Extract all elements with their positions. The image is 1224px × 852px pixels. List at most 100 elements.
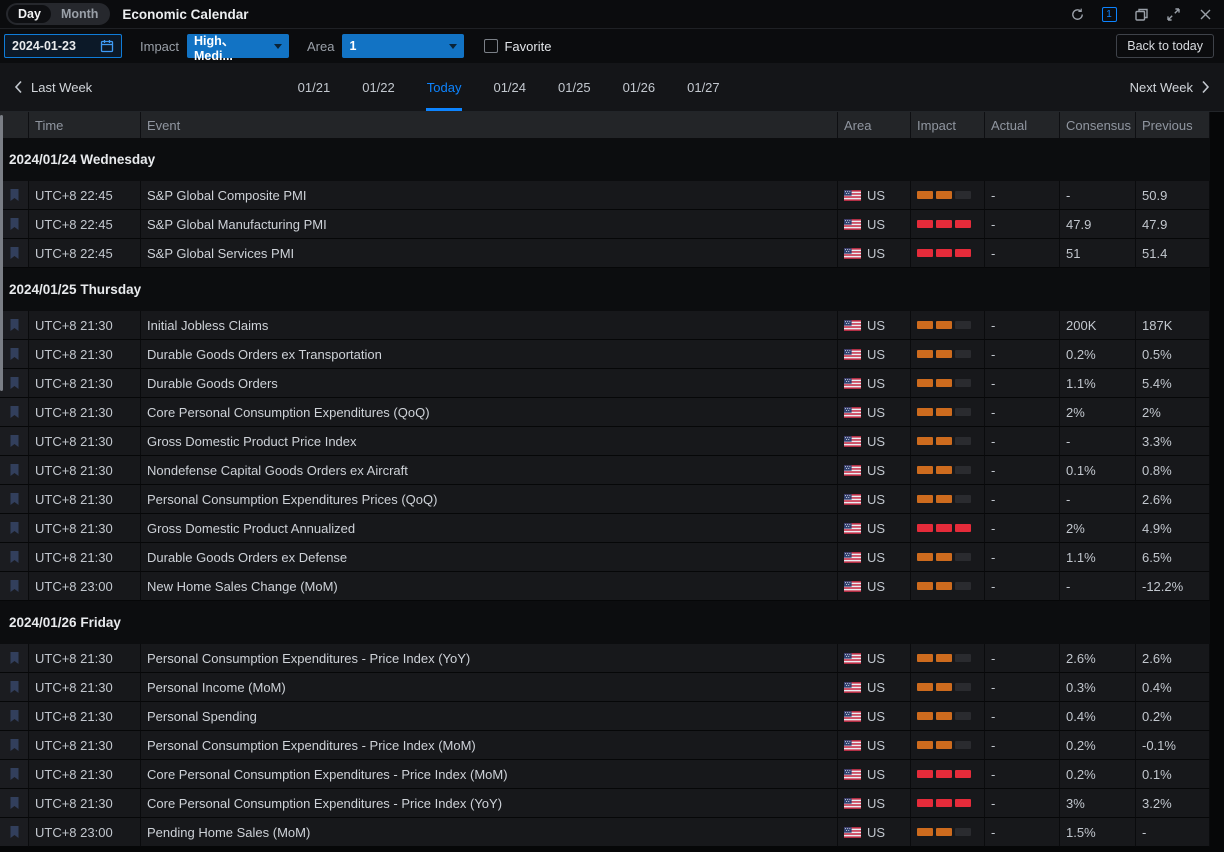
single-window-icon[interactable]: 1 bbox=[1100, 5, 1118, 23]
impact-select[interactable]: High、Medi... bbox=[187, 34, 289, 58]
area-select-value: 1 bbox=[349, 39, 356, 53]
tab-day[interactable]: Day bbox=[8, 5, 51, 23]
table-row[interactable]: UTC+8 21:30Durable Goods Orders ex Trans… bbox=[0, 340, 1210, 369]
previous-value: 3.2% bbox=[1136, 789, 1210, 818]
bookmark-cell bbox=[0, 731, 29, 760]
chevron-down-icon bbox=[449, 44, 457, 49]
bookmark-icon[interactable] bbox=[8, 709, 21, 723]
bookmark-icon[interactable] bbox=[8, 217, 21, 231]
event-time: UTC+8 21:30 bbox=[29, 456, 141, 485]
table-row[interactable]: UTC+8 22:45S&P Global Services PMI US-51… bbox=[0, 239, 1210, 268]
impact-bars bbox=[917, 350, 971, 358]
day-tab-0121[interactable]: 01/21 bbox=[297, 63, 332, 111]
close-icon[interactable] bbox=[1196, 5, 1214, 23]
event-time: UTC+8 22:45 bbox=[29, 210, 141, 239]
bookmark-icon[interactable] bbox=[8, 318, 21, 332]
last-week-button[interactable]: Last Week bbox=[14, 63, 92, 111]
date-picker-input[interactable]: 2024-01-23 bbox=[4, 34, 122, 58]
table-row[interactable]: UTC+8 21:30Personal Income (MoM) US-0.3%… bbox=[0, 673, 1210, 702]
table-row[interactable]: UTC+8 21:30Personal Consumption Expendit… bbox=[0, 731, 1210, 760]
bookmark-icon[interactable] bbox=[8, 579, 21, 593]
bookmark-icon[interactable] bbox=[8, 550, 21, 564]
day-tab-0126[interactable]: 01/26 bbox=[622, 63, 657, 111]
bookmark-icon[interactable] bbox=[8, 492, 21, 506]
previous-value: -0.1% bbox=[1136, 731, 1210, 760]
tab-month[interactable]: Month bbox=[51, 5, 108, 23]
impact-indicator bbox=[911, 789, 985, 818]
table-row[interactable]: UTC+8 21:30Core Personal Consumption Exp… bbox=[0, 398, 1210, 427]
table-row[interactable]: UTC+8 23:00Pending Home Sales (MoM) US-1… bbox=[0, 818, 1210, 847]
area-select[interactable]: 1 bbox=[342, 34, 464, 58]
table-row[interactable]: UTC+8 21:30Personal Consumption Expendit… bbox=[0, 644, 1210, 673]
bookmark-icon[interactable] bbox=[8, 796, 21, 810]
impact-bars bbox=[917, 466, 971, 474]
consensus-value: - bbox=[1060, 485, 1136, 514]
expand-icon[interactable] bbox=[1164, 5, 1182, 23]
favorite-checkbox[interactable] bbox=[484, 39, 498, 53]
event-name: S&P Global Manufacturing PMI bbox=[141, 210, 838, 239]
bookmark-icon[interactable] bbox=[8, 767, 21, 781]
actual-value: - bbox=[985, 239, 1060, 268]
event-time: UTC+8 23:00 bbox=[29, 818, 141, 847]
impact-segment bbox=[917, 495, 933, 503]
bookmark-icon[interactable] bbox=[8, 521, 21, 535]
impact-segment bbox=[936, 828, 952, 836]
bookmark-icon[interactable] bbox=[8, 738, 21, 752]
table-row[interactable]: UTC+8 21:30Initial Jobless Claims US-200… bbox=[0, 311, 1210, 340]
day-tab-0122[interactable]: 01/22 bbox=[361, 63, 396, 111]
restore-window-icon[interactable] bbox=[1132, 5, 1150, 23]
previous-value: 6.5% bbox=[1136, 543, 1210, 572]
event-name: S&P Global Composite PMI bbox=[141, 181, 838, 210]
event-area: US bbox=[838, 239, 911, 268]
actual-value: - bbox=[985, 702, 1060, 731]
next-week-button[interactable]: Next Week bbox=[1130, 63, 1210, 111]
table-row[interactable]: UTC+8 21:30Personal Spending US-0.4%0.2% bbox=[0, 702, 1210, 731]
impact-bars bbox=[917, 654, 971, 662]
table-row[interactable]: UTC+8 22:45S&P Global Composite PMI US--… bbox=[0, 181, 1210, 210]
favorite-filter[interactable]: Favorite bbox=[484, 39, 551, 54]
consensus-value: - bbox=[1060, 572, 1136, 601]
impact-bars bbox=[917, 828, 971, 836]
impact-segment bbox=[936, 191, 952, 199]
refresh-icon[interactable] bbox=[1068, 5, 1086, 23]
table-row[interactable]: UTC+8 21:30Core Personal Consumption Exp… bbox=[0, 760, 1210, 789]
impact-segment bbox=[955, 379, 971, 387]
table-row[interactable]: UTC+8 21:30Gross Domestic Product Annual… bbox=[0, 514, 1210, 543]
impact-bars bbox=[917, 683, 971, 691]
day-tab-0125[interactable]: 01/25 bbox=[557, 63, 592, 111]
bookmark-icon[interactable] bbox=[8, 825, 21, 839]
day-tab-0124[interactable]: 01/24 bbox=[492, 63, 527, 111]
event-time: UTC+8 21:30 bbox=[29, 311, 141, 340]
bookmark-icon[interactable] bbox=[8, 347, 21, 361]
table-row[interactable]: UTC+8 21:30Durable Goods Orders US-1.1%5… bbox=[0, 369, 1210, 398]
bookmark-icon[interactable] bbox=[8, 246, 21, 260]
bookmark-icon[interactable] bbox=[8, 434, 21, 448]
us-flag-icon bbox=[844, 494, 861, 505]
table-row[interactable]: UTC+8 22:45S&P Global Manufacturing PMI … bbox=[0, 210, 1210, 239]
impact-segment bbox=[955, 799, 971, 807]
day-tab-today[interactable]: Today bbox=[426, 63, 463, 111]
table-row[interactable]: UTC+8 23:00New Home Sales Change (MoM) U… bbox=[0, 572, 1210, 601]
us-flag-icon bbox=[844, 190, 861, 201]
back-to-today-button[interactable]: Back to today bbox=[1116, 34, 1214, 58]
bookmark-icon[interactable] bbox=[8, 405, 21, 419]
flag-wrap bbox=[844, 248, 861, 259]
impact-segment bbox=[936, 249, 952, 257]
table-row[interactable]: UTC+8 21:30Durable Goods Orders ex Defen… bbox=[0, 543, 1210, 572]
impact-segment bbox=[955, 741, 971, 749]
table-row[interactable]: UTC+8 21:30Gross Domestic Product Price … bbox=[0, 427, 1210, 456]
day-tab-0127[interactable]: 01/27 bbox=[686, 63, 721, 111]
area-code: US bbox=[867, 217, 885, 232]
bookmark-icon[interactable] bbox=[8, 680, 21, 694]
table-row[interactable]: UTC+8 21:30Nondefense Capital Goods Orde… bbox=[0, 456, 1210, 485]
table-row[interactable]: UTC+8 21:30Core Personal Consumption Exp… bbox=[0, 789, 1210, 818]
event-area: US bbox=[838, 181, 911, 210]
bookmark-icon[interactable] bbox=[8, 188, 21, 202]
vertical-scrollbar-thumb[interactable] bbox=[0, 115, 3, 391]
bookmark-icon[interactable] bbox=[8, 463, 21, 477]
consensus-value: 47.9 bbox=[1060, 210, 1136, 239]
event-time: UTC+8 23:00 bbox=[29, 572, 141, 601]
table-row[interactable]: UTC+8 21:30Personal Consumption Expendit… bbox=[0, 485, 1210, 514]
bookmark-icon[interactable] bbox=[8, 376, 21, 390]
bookmark-icon[interactable] bbox=[8, 651, 21, 665]
